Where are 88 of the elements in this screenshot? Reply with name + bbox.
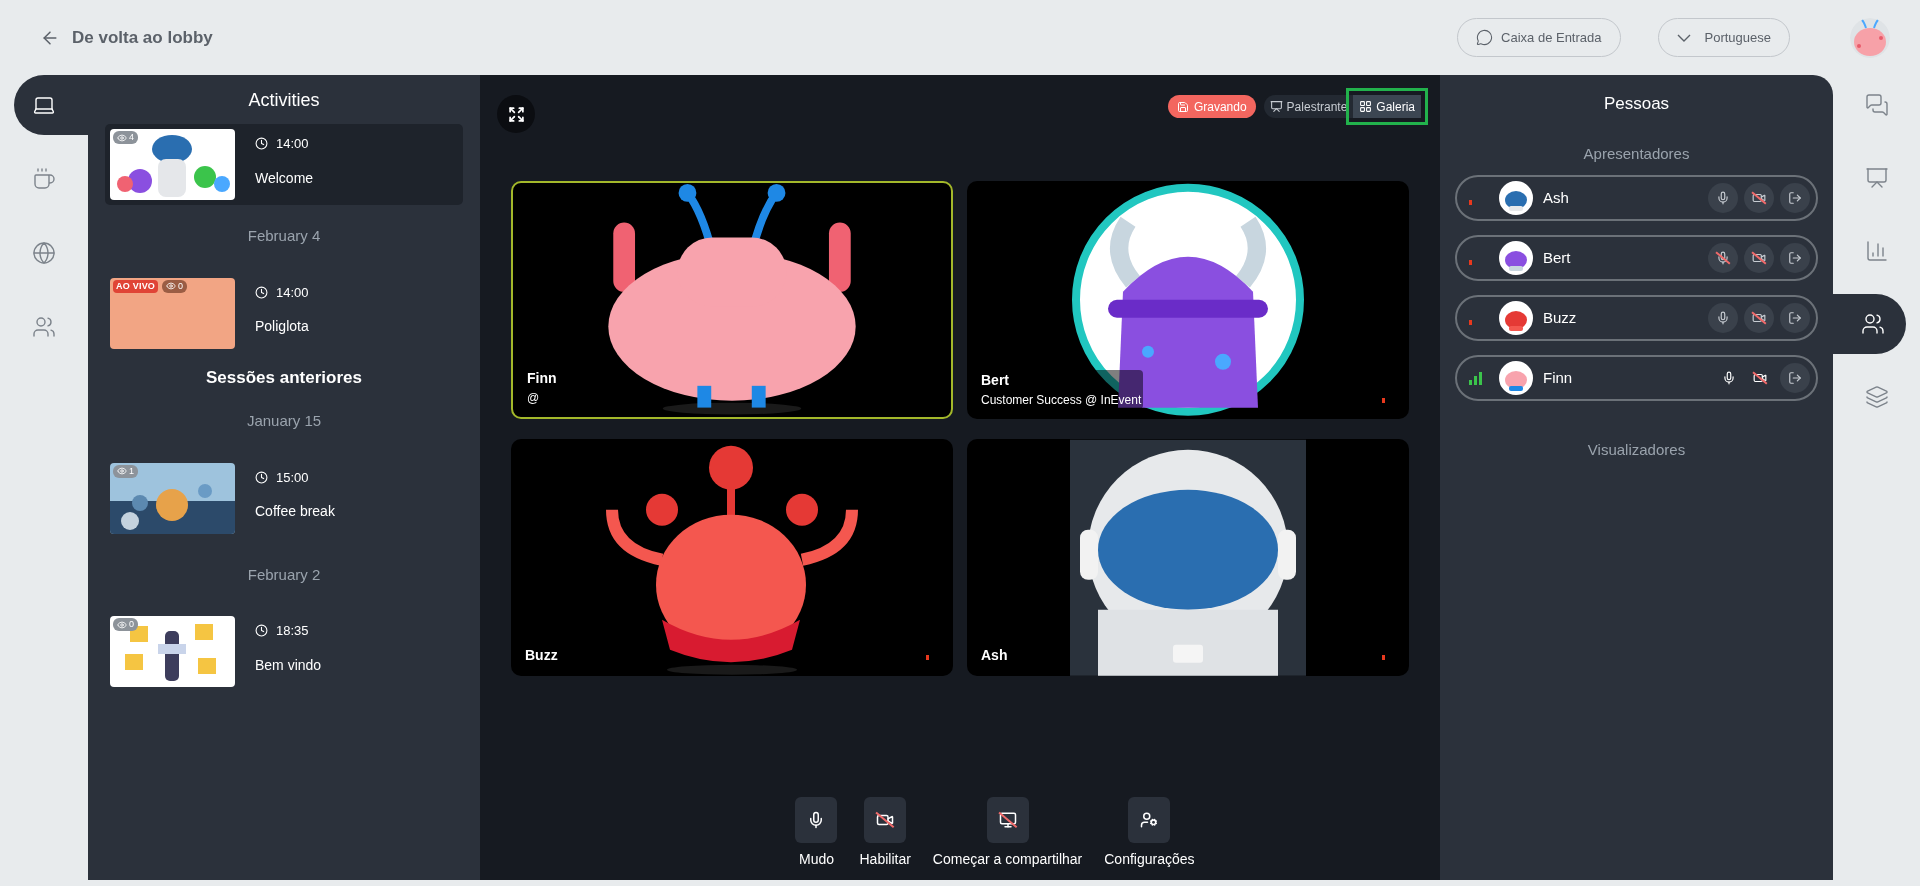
muted-mic-icon <box>1716 251 1730 265</box>
presenter-name: Buzz <box>1543 307 1578 328</box>
view-tab[interactable]: Galeria <box>1353 95 1421 118</box>
session-time: 14:00 <box>255 134 314 154</box>
session-title: Poliglota <box>255 317 309 336</box>
clock-icon <box>255 137 268 151</box>
control-button[interactable]: Configurações <box>1104 797 1195 870</box>
session-item[interactable]: AO VIVO 0 14:00 Poliglota <box>105 272 463 354</box>
layers-icon <box>1864 385 1889 409</box>
session-item[interactable]: 0 18:35 Bem vindo <box>105 611 463 692</box>
presenter-name: Ash <box>1543 187 1570 208</box>
back-button[interactable]: De volta ao lobby <box>40 24 213 51</box>
camera-off-icon <box>1752 311 1766 325</box>
remove-button[interactable] <box>1780 303 1810 333</box>
session-time: 15:00 <box>255 467 335 487</box>
date-label: January 15 <box>245 411 323 431</box>
clock-icon <box>255 470 268 484</box>
grid-icon <box>1359 100 1373 113</box>
panel-title: Activities <box>247 89 321 112</box>
globe-icon <box>32 241 56 265</box>
date-label: February 4 <box>246 226 322 246</box>
eye-icon <box>117 466 127 476</box>
presentation-icon <box>1864 166 1889 190</box>
presenter-name: Bert <box>1543 247 1572 268</box>
section-heading: Visualizadores <box>1586 440 1687 460</box>
mic-button[interactable] <box>1708 303 1738 333</box>
mic-icon <box>1716 191 1730 205</box>
date-label: February 2 <box>246 564 322 585</box>
remove-button[interactable] <box>1780 243 1810 273</box>
participant-name: Ash <box>981 646 1008 665</box>
session-item[interactable]: 4 14:00 Welcome <box>105 124 463 205</box>
presentation-icon <box>1269 100 1283 113</box>
eye-icon <box>117 619 127 630</box>
camera-icon <box>876 811 895 829</box>
exit-icon <box>1788 371 1802 385</box>
exit-icon <box>1788 251 1802 265</box>
chat-icon <box>1864 93 1889 117</box>
session-title: Coffee break <box>255 502 335 521</box>
expand-icon <box>507 105 525 123</box>
camera-button[interactable] <box>1744 183 1774 213</box>
view-tab[interactable]: Palestrante <box>1263 95 1354 118</box>
recording-badge: Gravando <box>1167 95 1256 118</box>
participant-name: Buzz <box>525 646 558 665</box>
exit-icon <box>1788 311 1802 325</box>
people-icon <box>1860 312 1885 336</box>
cup-icon <box>32 167 56 191</box>
participant-subtitle: @ <box>527 389 541 407</box>
mic-icon <box>1722 371 1736 385</box>
participant-subtitle: Customer Success @ InEvent <box>981 391 1142 409</box>
session-time: 14:00 <box>255 282 309 302</box>
camera-off-icon <box>1753 371 1767 385</box>
chevron-down-icon <box>1676 33 1691 42</box>
control-button[interactable]: Começar a compartilhar <box>932 797 1083 870</box>
participant-name: Bert <box>981 370 1010 390</box>
presenter-name: Finn <box>1543 367 1574 388</box>
session-title: Bem vindo <box>255 655 322 675</box>
remove-button[interactable] <box>1780 363 1810 393</box>
camera-button[interactable] <box>1744 303 1774 333</box>
mic-button[interactable] <box>1708 183 1738 213</box>
clock-icon <box>255 624 268 638</box>
session-item[interactable]: 1 15:00 Coffee break <box>105 457 463 539</box>
sidebar-tab[interactable] <box>14 75 88 135</box>
chart-icon <box>1864 239 1889 263</box>
clock-icon <box>255 285 268 299</box>
speech-bubble-icon <box>1476 29 1494 46</box>
camera-off-icon <box>1752 251 1766 265</box>
session-time: 18:35 <box>255 621 322 641</box>
eye-icon <box>166 281 177 291</box>
participant-name: Finn <box>527 368 557 388</box>
monitor-icon <box>998 811 1017 829</box>
session-title: Welcome <box>255 168 314 188</box>
camera-button[interactable] <box>1744 243 1774 273</box>
section-heading: Sessões anteriores <box>205 366 363 389</box>
people-icon <box>32 315 56 339</box>
fullscreen-button[interactable] <box>497 95 535 133</box>
sidebar-tab[interactable] <box>1833 294 1906 354</box>
mic-button[interactable] <box>1708 243 1738 273</box>
section-heading: Apresentadores <box>1582 143 1691 164</box>
audio-indicator <box>1382 655 1385 660</box>
audio-indicator <box>1382 397 1385 403</box>
mic-icon <box>1716 311 1730 325</box>
user-gear-icon <box>1140 811 1159 829</box>
remove-button[interactable] <box>1780 183 1810 213</box>
exit-icon <box>1788 191 1802 205</box>
camera-off-icon <box>1752 191 1766 205</box>
panel-title: Pessoas <box>1602 93 1671 115</box>
audio-indicator <box>926 655 929 660</box>
eye-icon <box>117 132 127 143</box>
